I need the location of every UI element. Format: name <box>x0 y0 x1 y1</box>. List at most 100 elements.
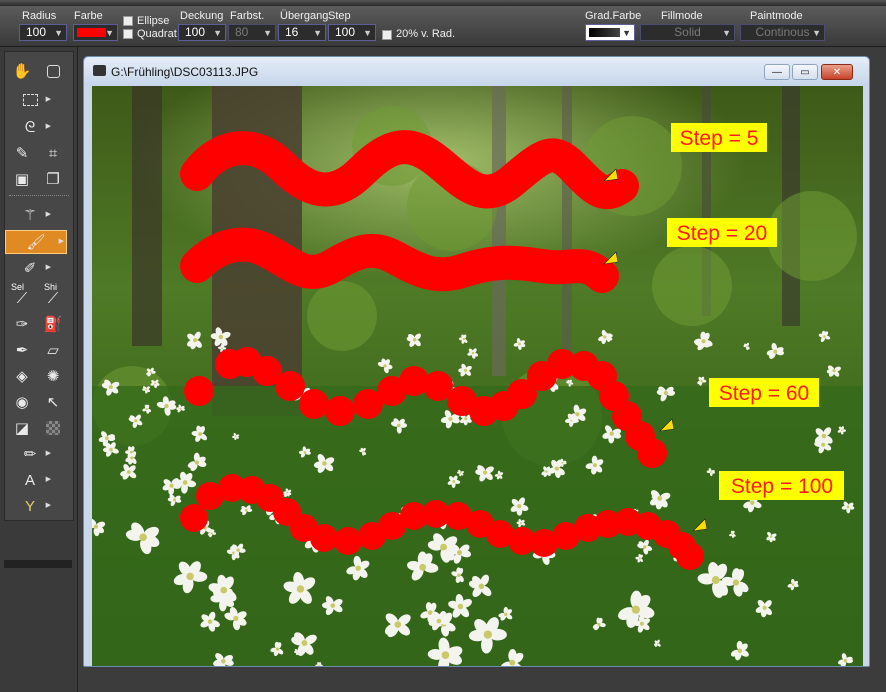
chevron-down-icon: ▼ <box>722 28 731 38</box>
uebergang-value: 16 <box>285 25 299 39</box>
shift-brush-tool[interactable]: ⟋ <box>40 287 66 309</box>
gradient-color-picker[interactable]: ▼ <box>585 24 635 41</box>
step-annotation-5: Step = 5 <box>671 123 767 152</box>
eyedropper-tool[interactable]: ✏ ▶ <box>17 443 51 465</box>
close-icon: ✕ <box>832 66 842 78</box>
close-button[interactable]: ✕ <box>821 64 853 80</box>
paintmode-combo[interactable]: Continous ▼ <box>740 24 825 41</box>
fillmode-value: Solid <box>674 25 701 39</box>
smudge-tool[interactable]: ✐ ▶ <box>17 257 51 279</box>
stroke-dot-step-60 <box>325 396 355 426</box>
pen-icon: ✎ <box>15 145 29 162</box>
move-tool[interactable]: ↖ <box>40 391 66 413</box>
eye-icon: ◉ <box>15 394 29 411</box>
stroke-dot-step-60 <box>299 389 329 419</box>
needle-icon: ✑ <box>15 316 29 333</box>
fill-bucket-tool[interactable]: ⛽ <box>40 313 66 335</box>
eraser-tool[interactable]: ▱ <box>40 339 66 361</box>
document-title: G:\Frühling\DSC03113.JPG <box>111 65 259 79</box>
uebergang-combo[interactable]: 16 ▼ <box>278 24 326 41</box>
chevron-down-icon: ▼ <box>313 28 322 38</box>
floppy-icon: ▣ <box>14 171 30 188</box>
crop-tool[interactable]: ⌗ <box>40 142 66 164</box>
text-tool[interactable]: A ▶ <box>17 469 51 491</box>
farbst-combo[interactable]: 80 ▼ <box>228 24 276 41</box>
clone-tool[interactable]: ✑ <box>9 313 35 335</box>
dodge-tool[interactable]: ◈ <box>9 365 35 387</box>
toolbox-scrollbar[interactable] <box>4 560 72 568</box>
rect-select-tool[interactable]: ▶ <box>17 89 51 111</box>
sharpen-tool[interactable]: ✺ <box>40 365 66 387</box>
step-annotation-100: Step = 100 <box>719 471 844 500</box>
farbe-label: Farbe <box>74 10 103 22</box>
hand-tool[interactable]: ✋ <box>9 60 35 82</box>
sel-brush-tool[interactable]: ⟋ <box>9 287 35 309</box>
maximize-button[interactable]: ▭ <box>792 64 818 80</box>
stroke-dot-step-60 <box>184 376 214 406</box>
maximize-icon: ▭ <box>800 66 810 78</box>
ellipse-label: Ellipse <box>137 15 170 27</box>
stroke-dot-step-100 <box>334 527 362 555</box>
lasso-icon: ᘓ <box>24 118 36 136</box>
gradient-eraser-tool[interactable]: ◪ <box>9 417 35 439</box>
radius-combo[interactable]: 100 ▼ <box>19 24 67 41</box>
minimize-icon: — <box>772 66 782 78</box>
farbst-label: Farbst. <box>230 10 265 22</box>
fillmode-combo[interactable]: Solid ▼ <box>640 24 735 41</box>
step-combo[interactable]: 100 ▼ <box>328 24 376 41</box>
dashed-rect-icon <box>22 94 38 106</box>
label-text: Step = 5 <box>680 127 759 150</box>
deckung-combo[interactable]: 100 ▼ <box>178 24 226 41</box>
label-text: Step = 100 <box>731 475 833 498</box>
step-value: 100 <box>335 25 356 39</box>
save-tool[interactable]: ▣ <box>9 168 35 190</box>
cursor-icon: ↖ <box>46 394 60 411</box>
more-arrow-icon: ▶ <box>45 476 51 483</box>
brush-tool[interactable]: ✎ <box>9 142 35 164</box>
color-swatch <box>77 28 106 37</box>
paintbrush-icon: 🖌 <box>26 234 46 251</box>
eyedropper-icon: ✏ <box>23 446 37 463</box>
farbst-value: 80 <box>235 25 249 39</box>
more-arrow-icon: ▶ <box>45 264 51 271</box>
bucket-icon: ⛽ <box>43 316 63 333</box>
radius-label: Radius <box>22 10 57 22</box>
airbrush-tool[interactable]: ✒ <box>9 339 35 361</box>
chevron-down-icon: ▼ <box>263 28 272 38</box>
smudge-icon: ✐ <box>23 260 37 277</box>
diamond-icon: ◈ <box>16 368 28 385</box>
brush-color-picker[interactable]: ▼ <box>73 24 118 41</box>
chevron-down-icon: ▼ <box>213 28 222 38</box>
quadrat-checkbox[interactable] <box>123 29 133 39</box>
minimize-button[interactable]: — <box>764 64 790 80</box>
eraser-icon: ◪ <box>14 420 30 437</box>
document-window: G:\Frühling\DSC03113.JPG — ▭ ✕ Step = 5 … <box>83 56 870 667</box>
deckung-label: Deckung <box>180 10 224 22</box>
eraser-icon: ▱ <box>47 342 59 359</box>
step-label: Step <box>328 10 351 22</box>
lasso-tool[interactable]: ᘓ ▶ <box>17 116 51 138</box>
photo-canvas: Step = 5 Step = 20 Step = 60 Step = 100 <box>92 86 863 666</box>
stroke-dot-step-100 <box>676 542 704 570</box>
stamp-tool[interactable]: ⚚ ▶ <box>17 204 51 226</box>
lasso-rect-tool[interactable] <box>40 60 66 82</box>
copy-tool[interactable]: ❐ <box>40 168 66 190</box>
blob-icon: ✺ <box>46 368 60 385</box>
gradfarbe-label: Grad.Farbe <box>585 10 642 22</box>
ellipse-checkbox[interactable] <box>123 16 133 26</box>
brush-icon: ⟋ <box>47 289 59 307</box>
document-titlebar[interactable]: G:\Frühling\DSC03113.JPG — ▭ ✕ <box>84 57 869 85</box>
uebergang-label: Übergang <box>280 10 329 22</box>
crop-icon: ⌗ <box>48 144 58 162</box>
tool-panel: ✋ ▶ ᘓ ▶ ✎ ⌗ ▣ ❐ ⚚ ▶ 🖌 ▶ ✐ ▶ Sel Shi ⟋ ⟋ ✑ ⛽ … <box>0 47 78 692</box>
shape-tool[interactable]: Y ▶ <box>17 495 51 517</box>
image-canvas[interactable]: Step = 5 Step = 20 Step = 60 Step = 100 <box>92 86 863 666</box>
pattern-tool[interactable] <box>40 417 66 439</box>
rounded-rect-icon <box>46 64 60 78</box>
step-annotation-60: Step = 60 <box>709 378 819 407</box>
rad-checkbox[interactable] <box>382 30 392 40</box>
label-text: Step = 20 <box>677 222 768 245</box>
text-icon: A <box>24 471 35 489</box>
redeye-tool[interactable]: ◉ <box>9 391 35 413</box>
paintbrush-tool[interactable]: 🖌 ▶ <box>5 230 67 254</box>
